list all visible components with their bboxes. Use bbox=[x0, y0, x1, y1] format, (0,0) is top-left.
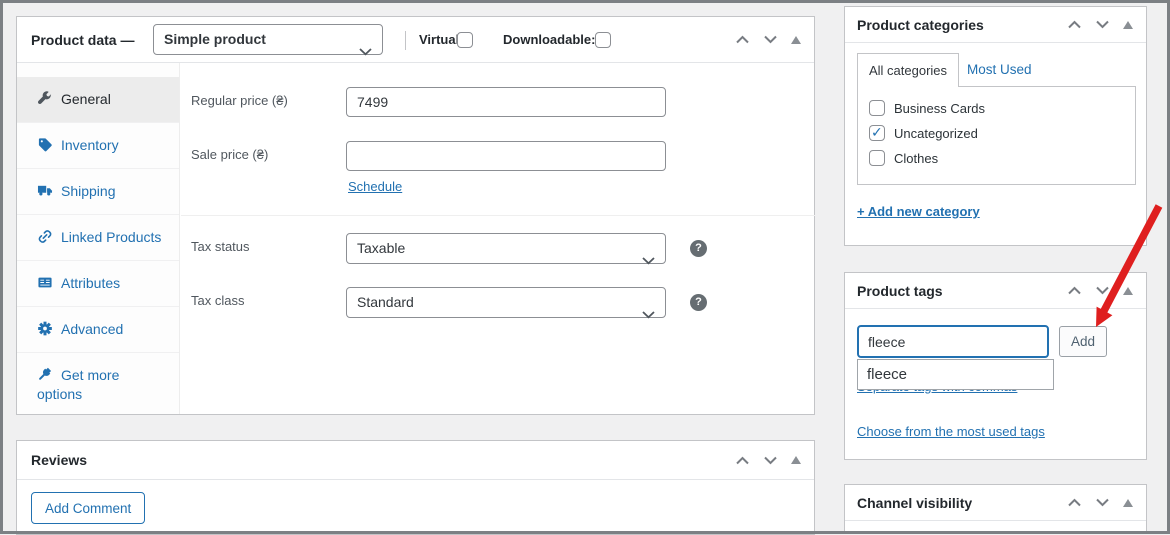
help-icon[interactable]: ? bbox=[690, 240, 707, 257]
category-label: Business Cards bbox=[894, 101, 985, 116]
tab-attributes[interactable]: Attributes bbox=[17, 261, 179, 307]
channel-visibility-panel: Channel visibility bbox=[844, 484, 1147, 534]
chevron-down-icon bbox=[642, 300, 655, 329]
product-type-value: Simple product bbox=[164, 31, 266, 47]
divider bbox=[405, 31, 406, 50]
tab-all-categories[interactable]: All categories bbox=[857, 53, 959, 87]
schedule-link[interactable]: Schedule bbox=[348, 179, 402, 194]
collapse-toggle-icon[interactable] bbox=[791, 456, 801, 464]
downloadable-checkbox[interactable] bbox=[595, 32, 611, 48]
move-up-icon[interactable] bbox=[1067, 20, 1082, 29]
reviews-panel: Reviews Add Comment bbox=[16, 440, 815, 535]
panel-title: Product tags bbox=[857, 283, 943, 299]
product-data-header: Product data — Simple product Virtual: D… bbox=[17, 17, 814, 63]
add-new-category-link[interactable]: + Add new category bbox=[857, 204, 980, 219]
gear-icon bbox=[37, 321, 53, 336]
tax-class-label: Tax class bbox=[191, 293, 244, 308]
tab-inventory[interactable]: Inventory bbox=[17, 123, 179, 169]
move-down-icon[interactable] bbox=[1095, 498, 1110, 507]
tab-get-more-options[interactable]: Get more options bbox=[17, 353, 179, 418]
add-comment-button[interactable]: Add Comment bbox=[31, 492, 145, 524]
tab-label: Advanced bbox=[61, 321, 123, 337]
move-down-icon[interactable] bbox=[1095, 286, 1110, 295]
card-icon bbox=[37, 275, 53, 290]
tag-input[interactable] bbox=[857, 325, 1049, 358]
product-categories-panel: Product categories All categories Most U… bbox=[844, 6, 1147, 246]
move-up-icon[interactable] bbox=[1067, 286, 1082, 295]
move-up-icon[interactable] bbox=[1067, 498, 1082, 507]
link-icon bbox=[37, 229, 53, 244]
product-categories-header: Product categories bbox=[845, 7, 1146, 43]
tab-advanced[interactable]: Advanced bbox=[17, 307, 179, 353]
tab-most-used[interactable]: Most Used bbox=[967, 62, 1032, 77]
tax-class-value: Standard bbox=[357, 294, 414, 310]
chevron-down-icon bbox=[359, 37, 372, 66]
move-down-icon[interactable] bbox=[763, 456, 778, 465]
category-checkbox[interactable] bbox=[869, 150, 885, 166]
chevron-down-icon bbox=[642, 246, 655, 275]
move-up-icon[interactable] bbox=[735, 456, 750, 465]
collapse-toggle-icon[interactable] bbox=[1123, 287, 1133, 295]
category-checkbox[interactable] bbox=[869, 125, 885, 141]
panel-title: Reviews bbox=[31, 452, 87, 468]
product-tags-header: Product tags bbox=[845, 273, 1146, 309]
sale-price-label: Sale price (₴) bbox=[191, 147, 268, 162]
category-label: Clothes bbox=[894, 151, 938, 166]
category-item: Uncategorized bbox=[869, 125, 1135, 141]
tab-general[interactable]: General bbox=[17, 77, 179, 123]
downloadable-label: Downloadable: bbox=[503, 17, 595, 63]
move-down-icon[interactable] bbox=[1095, 20, 1110, 29]
virtual-checkbox[interactable] bbox=[457, 32, 473, 48]
reviews-header: Reviews bbox=[17, 441, 814, 480]
add-tag-button[interactable]: Add bbox=[1059, 326, 1107, 357]
tax-status-value: Taxable bbox=[357, 240, 405, 256]
regular-price-input[interactable] bbox=[346, 87, 666, 117]
tab-label: Linked Products bbox=[61, 229, 161, 245]
tab-label: Shipping bbox=[61, 183, 116, 199]
panel-title: Channel visibility bbox=[857, 495, 972, 511]
collapse-toggle-icon[interactable] bbox=[791, 36, 801, 44]
category-item: Clothes bbox=[869, 150, 1135, 166]
tab-label: Attributes bbox=[61, 275, 120, 291]
tax-class-select[interactable]: Standard bbox=[346, 287, 666, 318]
plug-icon bbox=[37, 367, 53, 382]
tax-status-label: Tax status bbox=[191, 239, 250, 254]
sale-price-input[interactable] bbox=[346, 141, 666, 171]
channel-visibility-header: Channel visibility bbox=[845, 485, 1146, 521]
product-tags-panel: Product tags Add Separate tags with comm… bbox=[844, 272, 1147, 460]
tax-status-select[interactable]: Taxable bbox=[346, 233, 666, 264]
categories-list: Business Cards Uncategorized Clothes bbox=[857, 86, 1136, 185]
product-data-panel: Product data — Simple product Virtual: D… bbox=[16, 16, 815, 415]
tab-linked-products[interactable]: Linked Products bbox=[17, 215, 179, 261]
panel-title: Product categories bbox=[857, 17, 984, 33]
tab-shipping[interactable]: Shipping bbox=[17, 169, 179, 215]
move-up-icon[interactable] bbox=[735, 35, 750, 44]
tab-label: General bbox=[61, 91, 111, 107]
truck-icon bbox=[37, 183, 53, 198]
tag-icon bbox=[37, 137, 53, 152]
category-checkbox[interactable] bbox=[869, 100, 885, 116]
category-label: Uncategorized bbox=[894, 126, 978, 141]
collapse-toggle-icon[interactable] bbox=[1123, 21, 1133, 29]
panel-title: Product data — bbox=[31, 32, 134, 48]
wrench-icon bbox=[37, 91, 53, 106]
tag-suggestion-item[interactable]: fleece bbox=[857, 359, 1054, 390]
product-type-select[interactable]: Simple product bbox=[153, 24, 383, 55]
help-icon[interactable]: ? bbox=[690, 294, 707, 311]
choose-most-used-tags-link[interactable]: Choose from the most used tags bbox=[857, 424, 1045, 439]
collapse-toggle-icon[interactable] bbox=[1123, 499, 1133, 507]
regular-price-label: Regular price (₴) bbox=[191, 93, 288, 108]
move-down-icon[interactable] bbox=[763, 35, 778, 44]
category-item: Business Cards bbox=[869, 100, 1135, 116]
tab-label: Inventory bbox=[61, 137, 119, 153]
section-divider bbox=[181, 215, 815, 216]
product-data-tabs: General Inventory Shipping Linked Produc… bbox=[17, 63, 180, 414]
